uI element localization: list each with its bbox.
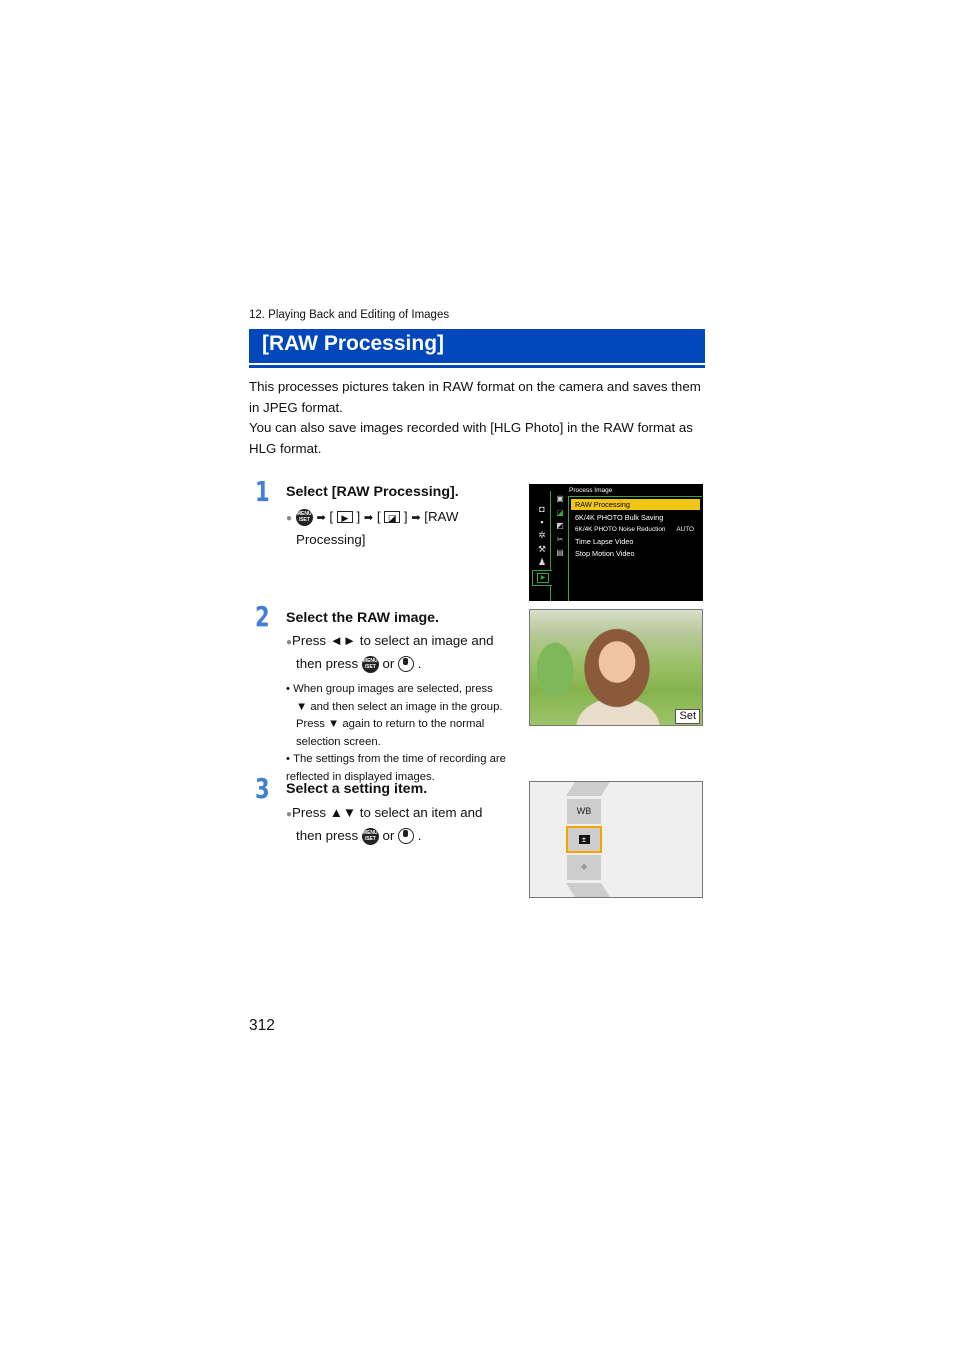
arrow-icon: ➡ — [411, 512, 421, 524]
menu-item-value: AUTO — [676, 526, 694, 533]
process-image-icon: ◪ — [556, 508, 564, 517]
process-image-icon: ◪ — [384, 511, 401, 524]
step-number: 1 — [255, 475, 270, 508]
step-title: Select the RAW image. — [286, 610, 439, 626]
gear-icon: ✲ — [538, 530, 546, 540]
menu-set-button-icon: MENU/SET — [295, 508, 313, 526]
step-title: Select a setting item. — [286, 781, 428, 797]
note-line: ▼ and then select an image in the group. — [296, 700, 503, 713]
bullet-icon: ● — [286, 513, 293, 524]
instruction-text: . — [417, 828, 422, 843]
title-rule — [249, 365, 705, 368]
scroll-up-indicator — [566, 782, 610, 796]
playback-icon: ▶ — [537, 573, 549, 583]
divider — [568, 496, 702, 497]
video-icon: ▪ — [540, 517, 544, 527]
playback-tab-icon: ▶ — [336, 511, 353, 524]
page-number: 312 — [249, 1017, 275, 1034]
instruction-text: Press ◄► to select an image and — [292, 633, 494, 648]
instruction-text: or — [382, 828, 395, 843]
menu-item-label: Stop Motion Video — [575, 549, 635, 558]
step-number: 2 — [255, 600, 270, 633]
playback-settings-icon: ▤ — [556, 548, 564, 557]
menu-item-label: Time Lapse Video — [575, 537, 634, 546]
playback-tab: ▶ — [532, 570, 552, 586]
chapter-heading: 12. Playing Back and Editing of Images — [249, 309, 450, 321]
bracket: [ — [329, 509, 334, 524]
menu-heading: Process Image — [569, 487, 613, 494]
bracket: [ — [376, 509, 381, 524]
menu-item-bulk-saving[interactable]: 6K/4K PHOTO Bulk Saving — [571, 512, 700, 523]
step-title: Select [RAW Processing]. — [286, 484, 459, 500]
exposure-compensation-icon: ± — [578, 835, 590, 845]
menu-item-label: 6K/4K PHOTO Bulk Saving — [575, 513, 664, 522]
step-3-instruction: ●Press ▲▼ to select an item and then pre… — [286, 802, 526, 846]
step-2-note: • When group images are selected, press … — [286, 681, 526, 787]
playback-photo-screenshot: Set — [529, 609, 703, 726]
step-1-path: ● MENU/SET ➡ [ ▶ ] ➡ [ ◪ ] ➡ [RAW Proces… — [286, 506, 506, 550]
camera-icon: ◘ — [539, 504, 545, 514]
edit-image-icon: ◩ — [556, 521, 564, 530]
path-final: Processing] — [296, 532, 366, 547]
slideshow-icon: ▣ — [556, 494, 564, 503]
control-dial-icon — [398, 656, 415, 673]
bracket: ] — [403, 509, 408, 524]
brightness-icon: ✧ — [580, 862, 588, 872]
camera-menu-screenshot: ◘ ▪ ✲ ⚒ ♟ ▶ ▣ ◪ ◩ ✂ ▤ Process Image RAW … — [529, 484, 703, 601]
title-bar: [RAW Processing] — [249, 329, 705, 363]
instruction-text: . — [417, 656, 422, 671]
intro-paragraph: This processes pictures taken in RAW for… — [249, 379, 701, 415]
instruction-text: or — [382, 656, 395, 671]
menu-item-label: 6K/4K PHOTO Noise Reduction — [575, 526, 666, 533]
instruction-text: Press ▲▼ to select an item and — [292, 805, 483, 820]
person-icon: ♟ — [537, 557, 547, 567]
menu-item-time-lapse[interactable]: Time Lapse Video — [571, 536, 700, 547]
setting-item-brightness[interactable]: ✧ — [567, 855, 601, 880]
menu-set-button-icon: MENU/SET — [361, 827, 379, 845]
arrow-icon: ➡ — [363, 512, 374, 524]
setting-items-screenshot: WB ± ✧ — [529, 781, 703, 898]
instruction-text: then press — [296, 656, 359, 671]
step-2-instruction: ●Press ◄► to select an image and then pr… — [286, 630, 526, 674]
wrench-icon: ⚒ — [537, 544, 547, 554]
arrow-icon: ➡ — [316, 512, 326, 524]
instruction-text: then press — [296, 828, 359, 843]
menu-item-stop-motion[interactable]: Stop Motion Video — [571, 548, 700, 559]
intro-paragraph: You can also save images recorded with [… — [249, 420, 693, 456]
menu-item-raw-processing[interactable]: RAW Processing — [571, 499, 700, 510]
note-line: • When group images are selected, press — [286, 683, 493, 695]
set-label: Set — [675, 709, 700, 724]
setting-item-wb[interactable]: WB — [567, 799, 601, 824]
control-dial-icon — [398, 828, 415, 845]
page-title: [RAW Processing] — [262, 332, 445, 355]
divider — [568, 496, 569, 601]
setting-item-exposure[interactable]: ± — [566, 826, 602, 853]
note-text: The settings from the time of recording … — [286, 753, 506, 783]
scroll-down-indicator — [566, 883, 610, 897]
intro-text: This processes pictures taken in RAW for… — [249, 377, 709, 459]
menu-item-label: RAW Processing — [575, 500, 630, 509]
menu-item-noise-reduction[interactable]: 6K/4K PHOTO Noise Reduction AUTO — [571, 524, 700, 535]
path-final: [RAW — [424, 509, 459, 524]
step-number: 3 — [255, 772, 270, 805]
note-text: When group images are selected, press — [293, 683, 493, 695]
note-line: Press ▼ again to return to the normal — [296, 718, 485, 731]
menu-set-button-icon: MENU/SET — [361, 655, 379, 673]
cut-icon: ✂ — [556, 535, 564, 544]
note-line: selection screen. — [296, 735, 381, 748]
bracket: ] — [356, 509, 361, 524]
